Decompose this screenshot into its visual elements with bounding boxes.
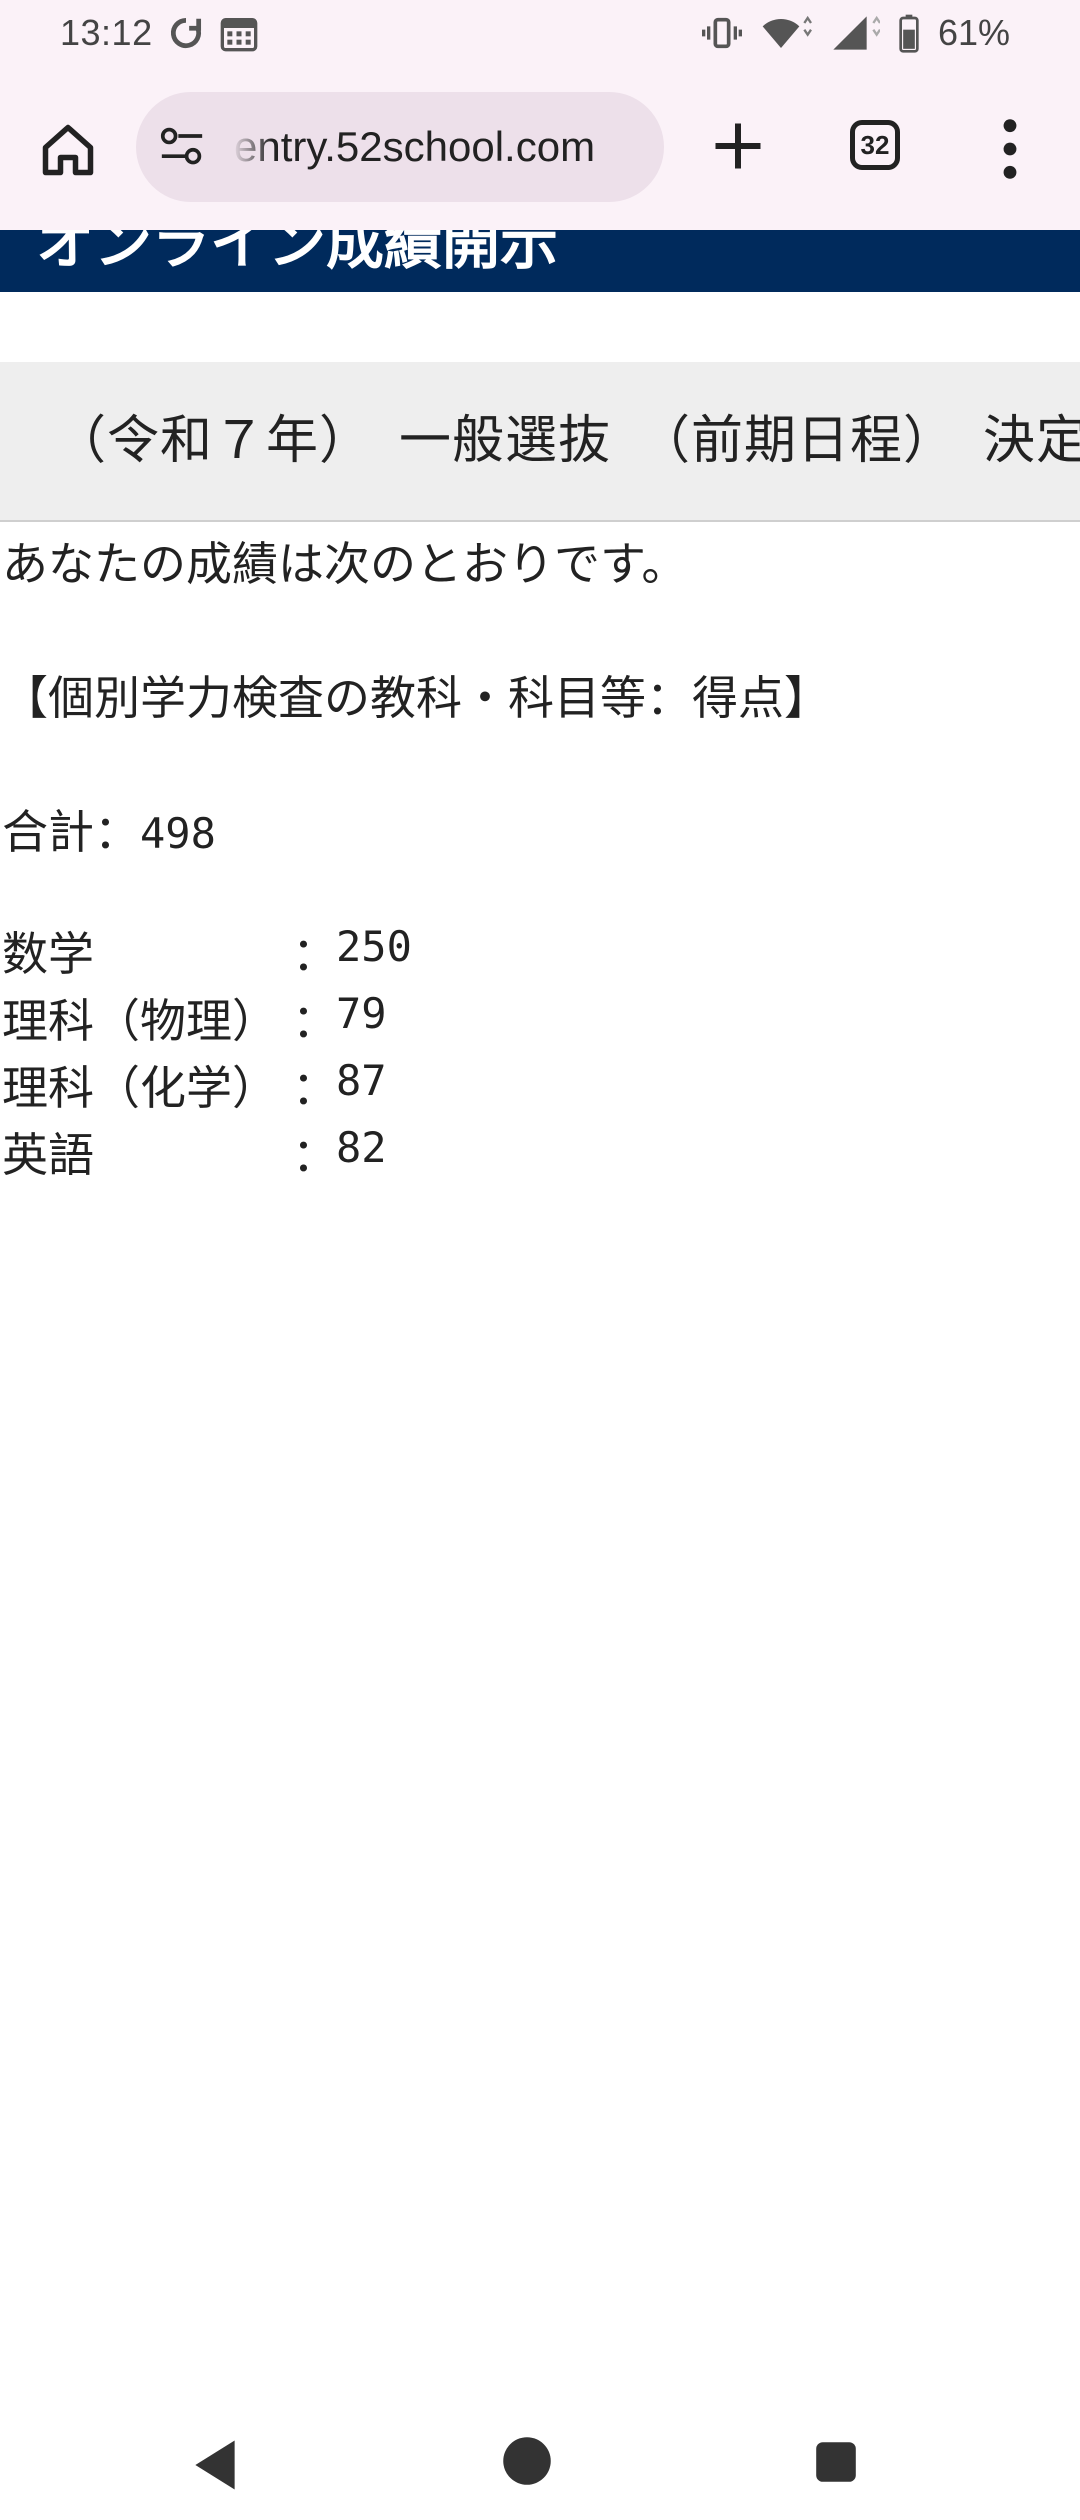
total-label: 合計： <box>2 805 140 859</box>
score-colon: ： <box>292 1061 338 1115</box>
page-header: オンライン成績開示 <box>0 230 1080 292</box>
status-bar: 13:12 61% <box>0 0 1080 70</box>
score-value: 79 <box>336 989 387 1038</box>
section-heading: 【個別学力検査の教科・科目等：得点】 <box>2 671 830 725</box>
battery-percent: 61% <box>937 12 1010 53</box>
exam-title: （令和７年） 一般選抜 （前期日程） 決定 <box>54 411 1080 471</box>
battery-icon <box>898 13 920 53</box>
score-subject: 英語 <box>2 1128 94 1182</box>
system-nav-bar <box>0 2410 1080 2520</box>
status-time: 13:12 <box>60 12 153 53</box>
score-value: 82 <box>336 1123 387 1172</box>
intro-text: あなたの成績は次のとおりです。 <box>2 537 688 591</box>
vibrate-icon <box>701 13 742 53</box>
home-nav-icon[interactable] <box>502 2436 552 2490</box>
sync-icon <box>167 14 205 52</box>
score-subject: 数学 <box>2 927 94 981</box>
score-subject: 理科（化学） <box>2 1061 278 1115</box>
status-right: 61% <box>701 12 1010 54</box>
score-value: 87 <box>336 1056 387 1105</box>
calendar-icon <box>219 13 259 53</box>
score-colon: ： <box>292 927 338 981</box>
url-fade <box>232 92 272 202</box>
browser-toolbar: entry.52school.com 32 <box>0 70 1080 230</box>
score-colon: ： <box>292 994 338 1048</box>
score-colon: ： <box>292 1128 338 1182</box>
more-menu-icon <box>990 114 1030 184</box>
status-left: 13:12 <box>60 12 259 54</box>
wifi-icon <box>760 13 812 53</box>
new-tab-button[interactable] <box>708 116 768 176</box>
new-tab-icon <box>708 116 768 176</box>
url-text[interactable]: entry.52school.com <box>234 92 595 202</box>
site-settings-icon[interactable] <box>158 125 206 173</box>
tab-switcher-button[interactable]: 32 <box>850 120 900 170</box>
back-icon[interactable] <box>190 2438 240 2496</box>
signal-icon <box>830 13 880 53</box>
home-icon <box>38 120 98 180</box>
total-row: 合計：498 <box>2 796 216 862</box>
tab-count: 32 <box>860 129 890 160</box>
home-button[interactable] <box>38 120 98 180</box>
recents-icon[interactable] <box>814 2440 858 2488</box>
screen: 13:12 61% entry.52school.com 32 オンライン成績開… <box>0 0 1080 2520</box>
score-value: 250 <box>336 922 412 971</box>
address-bar[interactable]: entry.52school.com <box>136 92 664 202</box>
page-header-title: オンライン成績開示 <box>36 230 559 277</box>
exam-title-bar: （令和７年） 一般選抜 （前期日程） 決定 <box>0 362 1080 522</box>
more-menu-button[interactable] <box>990 114 1030 184</box>
score-subject: 理科（物理） <box>2 994 278 1048</box>
total-value: 498 <box>140 809 216 858</box>
